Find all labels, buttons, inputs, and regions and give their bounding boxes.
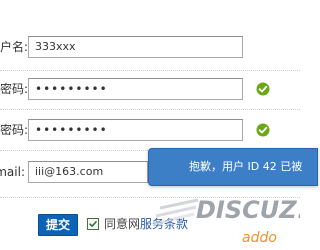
toast-message: 抱歉，用户 ID 42 已被 [189, 160, 303, 173]
password-input[interactable]: ••••••••• [28, 78, 243, 100]
check-circle-icon [256, 82, 270, 96]
watermark-stripes-icon [153, 198, 199, 226]
username-input[interactable]: 333xxx [28, 36, 243, 58]
password-confirm-label: 密码: [0, 123, 28, 137]
password-confirm-input[interactable]: ••••••••• [28, 119, 243, 141]
discuz-watermark: DISCUZ! addo [153, 196, 300, 246]
username-row: 户名: 333xxx [0, 26, 300, 68]
password-label: 密码: [0, 82, 28, 96]
password-row: 密码: ••••••••• [0, 68, 300, 110]
password-confirm-row: 密码: ••••••••• [0, 109, 300, 151]
email-label: mail: [0, 165, 25, 179]
checkbox-checked-icon[interactable] [87, 218, 99, 230]
username-label: 户名: [0, 40, 28, 54]
watermark-brand: DISCUZ! [196, 196, 300, 224]
error-toast: 抱歉，用户 ID 42 已被 [148, 148, 318, 186]
check-circle-icon [256, 123, 270, 137]
agree-text: 同意网 [104, 217, 141, 231]
register-form: 户名: 333xxx 密码: ••••••••• 密码: ••••••••• m… [0, 0, 318, 250]
email-input[interactable]: iii@163.com [28, 161, 148, 183]
submit-button[interactable]: 提交 [38, 214, 78, 236]
watermark-site: addo [242, 230, 277, 246]
